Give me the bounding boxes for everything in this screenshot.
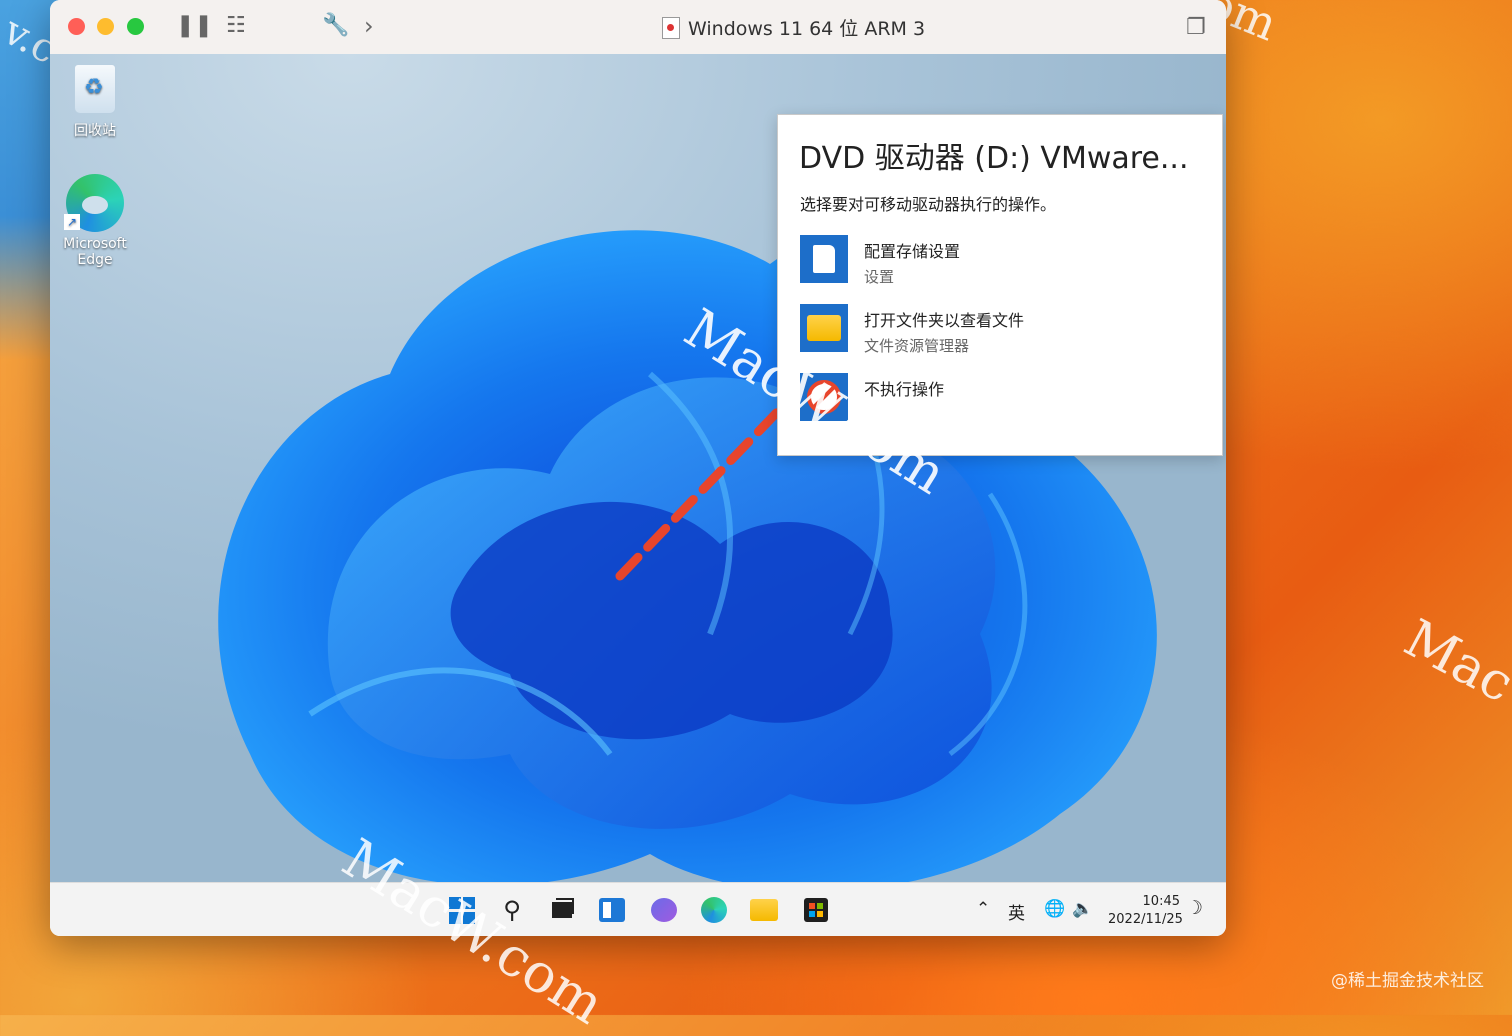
widgets-icon[interactable] xyxy=(598,896,626,924)
action-open-folder[interactable]: 打开文件夹以查看文件 文件资源管理器 xyxy=(800,304,1200,360)
windows-desktop: 回收站 ↗ Microsoft Edge DVD 驱动器 (D:) VMware… xyxy=(50,54,1226,882)
shortcut-arrow-icon: ↗ xyxy=(64,214,80,230)
action-configure-storage[interactable]: 配置存储设置 设置 xyxy=(800,235,1200,291)
window-title-group: Windows 11 64 位 ARM 3 xyxy=(662,14,925,41)
zoom-button[interactable] xyxy=(127,18,144,35)
action-label: 配置存储设置 xyxy=(864,242,961,261)
file-explorer-icon[interactable] xyxy=(750,896,778,924)
vm-document-icon xyxy=(662,16,680,39)
credit-text: @稀土掘金技术社区 xyxy=(1331,971,1484,991)
focus-assist-icon[interactable]: ☽ xyxy=(1186,897,1203,919)
clock-time: 10:45 xyxy=(1142,894,1180,909)
folder-icon xyxy=(800,304,848,352)
tray-overflow-chevron-icon[interactable]: ⌃ xyxy=(976,899,990,919)
minimize-button[interactable] xyxy=(97,18,114,35)
window-titlebar: ❚❚ ☷ 🔧 › Windows 11 64 位 ARM 3 ❐ xyxy=(50,0,1226,55)
action-label: 不执行操作 xyxy=(864,380,945,399)
sd-card-icon xyxy=(800,235,848,283)
clock-date: 2022/11/25 xyxy=(1108,912,1183,927)
desktop-icon-label-line2: Edge xyxy=(77,252,113,268)
close-button[interactable] xyxy=(68,18,85,35)
pause-icon[interactable]: ❚❚ xyxy=(176,14,213,38)
taskbar-clock[interactable]: 10:45 2022/11/25 xyxy=(1108,893,1183,929)
edge-taskbar-icon[interactable] xyxy=(700,896,728,924)
autoplay-subtitle: 选择要对可移动驱动器执行的操作。 xyxy=(800,195,1057,214)
store-icon[interactable] xyxy=(802,896,830,924)
vm-window: ❚❚ ☷ 🔧 › Windows 11 64 位 ARM 3 ❐ ♻ 回收站 ↗… xyxy=(50,0,1226,936)
chevron-right-icon[interactable]: › xyxy=(364,14,374,38)
volume-icon[interactable]: 🔈 xyxy=(1072,899,1093,919)
recycle-bin-icon xyxy=(74,64,116,114)
ime-indicator[interactable]: 英 xyxy=(1008,899,1025,924)
snapshot-icon[interactable]: ☷ xyxy=(226,14,246,38)
autoplay-title: DVD 驱动器 (D:) VMware... xyxy=(799,141,1189,176)
action-sublabel: 文件资源管理器 xyxy=(864,337,970,355)
wrench-icon[interactable]: 🔧 xyxy=(322,14,349,38)
network-icon[interactable]: 🌐 xyxy=(1044,899,1065,919)
windows-taskbar: ⚲ ⌃ 英 🌐 🔈 10:45 2022/11/25 ☽ xyxy=(50,882,1226,936)
desktop-icon-label: 回收站 xyxy=(74,123,116,139)
task-view-icon[interactable] xyxy=(548,896,576,924)
action-sublabel: 设置 xyxy=(864,268,895,286)
desktop-icon-label-line1: Microsoft xyxy=(63,236,127,252)
window-title: Windows 11 64 位 ARM 3 xyxy=(688,18,926,40)
desktop-icon-edge[interactable]: ↗ Microsoft Edge xyxy=(50,174,140,268)
windows-copy-icon[interactable]: ❐ xyxy=(1186,16,1206,40)
action-label: 打开文件夹以查看文件 xyxy=(864,311,1025,330)
desktop-icon-recycle-bin[interactable]: 回收站 xyxy=(50,64,140,140)
chat-icon[interactable] xyxy=(650,896,678,924)
watermark-right: Mac W xyxy=(1394,608,1512,748)
